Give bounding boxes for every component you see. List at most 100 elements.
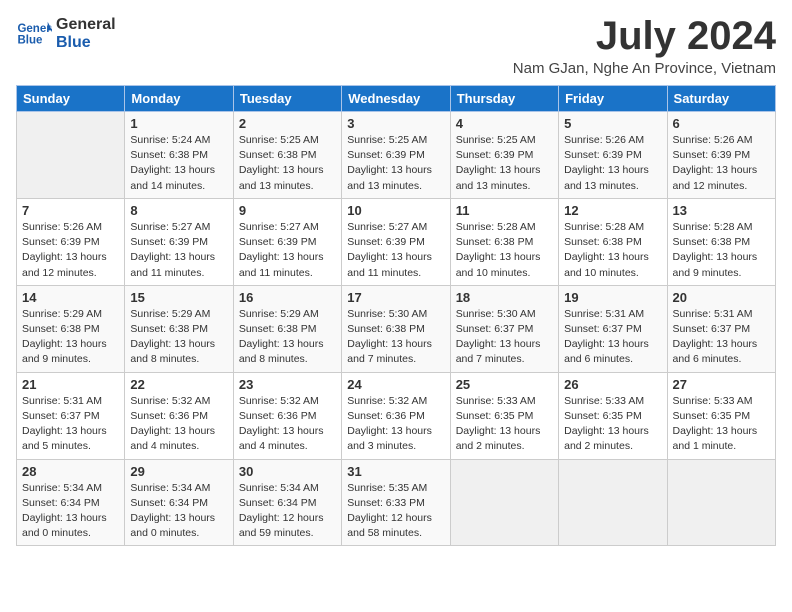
calendar-cell <box>17 112 125 199</box>
day-number: 13 <box>673 203 770 218</box>
header-cell-saturday: Saturday <box>667 86 775 112</box>
calendar-cell: 17Sunrise: 5:30 AM Sunset: 6:38 PM Dayli… <box>342 285 450 372</box>
day-number: 18 <box>456 290 553 305</box>
calendar-cell: 25Sunrise: 5:33 AM Sunset: 6:35 PM Dayli… <box>450 372 558 459</box>
calendar-cell: 22 Sunrise: 5:32 AM Sunset: 6:36 PM Dayli… <box>125 372 233 459</box>
calendar-cell: 13 Sunrise: 5:28 AM Sunset: 6:38 PM Dayli… <box>667 198 775 285</box>
calendar-cell: 19 Sunrise: 5:31 AM Sunset: 6:37 PM Dayli… <box>559 285 667 372</box>
logo-line1: General <box>56 16 116 34</box>
cell-text: Sunrise: 5:35 AM Sunset: 6:33 PM Dayligh… <box>347 481 444 542</box>
calendar-cell: 31 Sunrise: 5:35 AM Sunset: 6:33 PM Dayli… <box>342 459 450 546</box>
cell-text: Sunrise: 5:29 AM Sunset: 6:38 PM Dayligh… <box>239 307 336 368</box>
logo-line2: Blue <box>56 34 91 52</box>
calendar-week-row: 14 Sunrise: 5:29 AM Sunset: 6:38 PM Dayli… <box>17 285 776 372</box>
day-number: 30 <box>239 464 336 479</box>
day-number: 4 <box>456 116 553 131</box>
calendar-week-row: 1 Sunrise: 5:24 AM Sunset: 6:38 PM Daylig… <box>17 112 776 199</box>
cell-text: Sunrise: 5:30 AM Sunset: 6:37 PM Dayligh… <box>456 307 553 368</box>
header-cell-monday: Monday <box>125 86 233 112</box>
header-cell-tuesday: Tuesday <box>233 86 341 112</box>
calendar-cell: 27Sunrise: 5:33 AM Sunset: 6:35 PM Dayli… <box>667 372 775 459</box>
day-number: 27 <box>673 377 770 392</box>
day-number: 17 <box>347 290 444 305</box>
cell-text: Sunrise: 5:31 AM Sunset: 6:37 PM Dayligh… <box>22 394 119 455</box>
cell-text: Sunrise: 5:31 AM Sunset: 6:37 PM Dayligh… <box>673 307 770 368</box>
day-number: 3 <box>347 116 444 131</box>
header-cell-wednesday: Wednesday <box>342 86 450 112</box>
calendar-cell <box>559 459 667 546</box>
cell-text: Sunrise: 5:29 AM Sunset: 6:38 PM Dayligh… <box>22 307 119 368</box>
calendar-header-row: SundayMondayTuesdayWednesdayThursdayFrid… <box>17 86 776 112</box>
title-area: July 2024 Nam GJan, Nghe An Province, Vi… <box>513 16 776 77</box>
cell-text: Sunrise: 5:27 AM Sunset: 6:39 PM Dayligh… <box>347 220 444 281</box>
cell-text: Sunrise: 5:34 AM Sunset: 6:34 PM Dayligh… <box>22 481 119 542</box>
calendar-cell: 18 Sunrise: 5:30 AM Sunset: 6:37 PM Dayli… <box>450 285 558 372</box>
header-cell-friday: Friday <box>559 86 667 112</box>
calendar-cell: 1 Sunrise: 5:24 AM Sunset: 6:38 PM Daylig… <box>125 112 233 199</box>
cell-text: Sunrise: 5:24 AM Sunset: 6:38 PM Dayligh… <box>130 133 227 194</box>
cell-text: Sunrise: 5:32 AM Sunset: 6:36 PM Dayligh… <box>239 394 336 455</box>
day-number: 28 <box>22 464 119 479</box>
cell-text: Sunrise: 5:34 AM Sunset: 6:34 PM Dayligh… <box>239 481 336 542</box>
calendar-cell: 2 Sunrise: 5:25 AM Sunset: 6:38 PM Daylig… <box>233 112 341 199</box>
day-number: 29 <box>130 464 227 479</box>
day-number: 15 <box>130 290 227 305</box>
calendar-cell: 10 Sunrise: 5:27 AM Sunset: 6:39 PM Dayli… <box>342 198 450 285</box>
header: General Blue General Blue July 2024 Nam … <box>16 16 776 77</box>
day-number: 2 <box>239 116 336 131</box>
calendar-cell: 23 Sunrise: 5:32 AM Sunset: 6:36 PM Dayli… <box>233 372 341 459</box>
calendar-cell: 6 Sunrise: 5:26 AM Sunset: 6:39 PM Daylig… <box>667 112 775 199</box>
location: Nam GJan, Nghe An Province, Vietnam <box>513 60 776 77</box>
day-number: 31 <box>347 464 444 479</box>
cell-text: Sunrise: 5:26 AM Sunset: 6:39 PM Dayligh… <box>564 133 661 194</box>
header-cell-thursday: Thursday <box>450 86 558 112</box>
day-number: 25 <box>456 377 553 392</box>
day-number: 26 <box>564 377 661 392</box>
calendar-week-row: 21 Sunrise: 5:31 AM Sunset: 6:37 PM Dayli… <box>17 372 776 459</box>
calendar-cell: 29Sunrise: 5:34 AM Sunset: 6:34 PM Dayli… <box>125 459 233 546</box>
cell-text: Sunrise: 5:32 AM Sunset: 6:36 PM Dayligh… <box>130 394 227 455</box>
day-number: 21 <box>22 377 119 392</box>
day-number: 1 <box>130 116 227 131</box>
cell-text: Sunrise: 5:26 AM Sunset: 6:39 PM Dayligh… <box>22 220 119 281</box>
svg-text:General: General <box>17 23 52 35</box>
day-number: 12 <box>564 203 661 218</box>
calendar-cell: 4 Sunrise: 5:25 AM Sunset: 6:39 PM Daylig… <box>450 112 558 199</box>
day-number: 10 <box>347 203 444 218</box>
day-number: 16 <box>239 290 336 305</box>
calendar-cell: 26 Sunrise: 5:33 AM Sunset: 6:35 PM Dayli… <box>559 372 667 459</box>
header-cell-sunday: Sunday <box>17 86 125 112</box>
day-number: 9 <box>239 203 336 218</box>
cell-text: Sunrise: 5:31 AM Sunset: 6:37 PM Dayligh… <box>564 307 661 368</box>
cell-text: Sunrise: 5:25 AM Sunset: 6:38 PM Dayligh… <box>239 133 336 194</box>
cell-text: Sunrise: 5:27 AM Sunset: 6:39 PM Dayligh… <box>130 220 227 281</box>
cell-text: Sunrise: 5:33 AM Sunset: 6:35 PM Dayligh… <box>564 394 661 455</box>
calendar-cell: 9Sunrise: 5:27 AM Sunset: 6:39 PM Daylig… <box>233 198 341 285</box>
day-number: 14 <box>22 290 119 305</box>
calendar-week-row: 7Sunrise: 5:26 AM Sunset: 6:39 PM Daylig… <box>17 198 776 285</box>
calendar-cell: 30 Sunrise: 5:34 AM Sunset: 6:34 PM Dayli… <box>233 459 341 546</box>
calendar-cell: 24Sunrise: 5:32 AM Sunset: 6:36 PM Dayli… <box>342 372 450 459</box>
calendar-body: 1 Sunrise: 5:24 AM Sunset: 6:38 PM Daylig… <box>17 112 776 546</box>
cell-text: Sunrise: 5:28 AM Sunset: 6:38 PM Dayligh… <box>456 220 553 281</box>
day-number: 22 <box>130 377 227 392</box>
calendar-cell: 3 Sunrise: 5:25 AM Sunset: 6:39 PM Daylig… <box>342 112 450 199</box>
cell-text: Sunrise: 5:26 AM Sunset: 6:39 PM Dayligh… <box>673 133 770 194</box>
day-number: 6 <box>673 116 770 131</box>
day-number: 11 <box>456 203 553 218</box>
cell-text: Sunrise: 5:28 AM Sunset: 6:38 PM Dayligh… <box>564 220 661 281</box>
calendar-cell: 5Sunrise: 5:26 AM Sunset: 6:39 PM Daylig… <box>559 112 667 199</box>
day-number: 19 <box>564 290 661 305</box>
cell-text: Sunrise: 5:28 AM Sunset: 6:38 PM Dayligh… <box>673 220 770 281</box>
calendar-cell: 15 Sunrise: 5:29 AM Sunset: 6:38 PM Dayli… <box>125 285 233 372</box>
cell-text: Sunrise: 5:32 AM Sunset: 6:36 PM Dayligh… <box>347 394 444 455</box>
calendar-week-row: 28 Sunrise: 5:34 AM Sunset: 6:34 PM Dayli… <box>17 459 776 546</box>
cell-text: Sunrise: 5:25 AM Sunset: 6:39 PM Dayligh… <box>456 133 553 194</box>
calendar-cell: 28 Sunrise: 5:34 AM Sunset: 6:34 PM Dayli… <box>17 459 125 546</box>
day-number: 23 <box>239 377 336 392</box>
calendar-cell: 8Sunrise: 5:27 AM Sunset: 6:39 PM Daylig… <box>125 198 233 285</box>
calendar-cell <box>450 459 558 546</box>
cell-text: Sunrise: 5:25 AM Sunset: 6:39 PM Dayligh… <box>347 133 444 194</box>
logo: General Blue General Blue <box>16 16 116 52</box>
cell-text: Sunrise: 5:29 AM Sunset: 6:38 PM Dayligh… <box>130 307 227 368</box>
